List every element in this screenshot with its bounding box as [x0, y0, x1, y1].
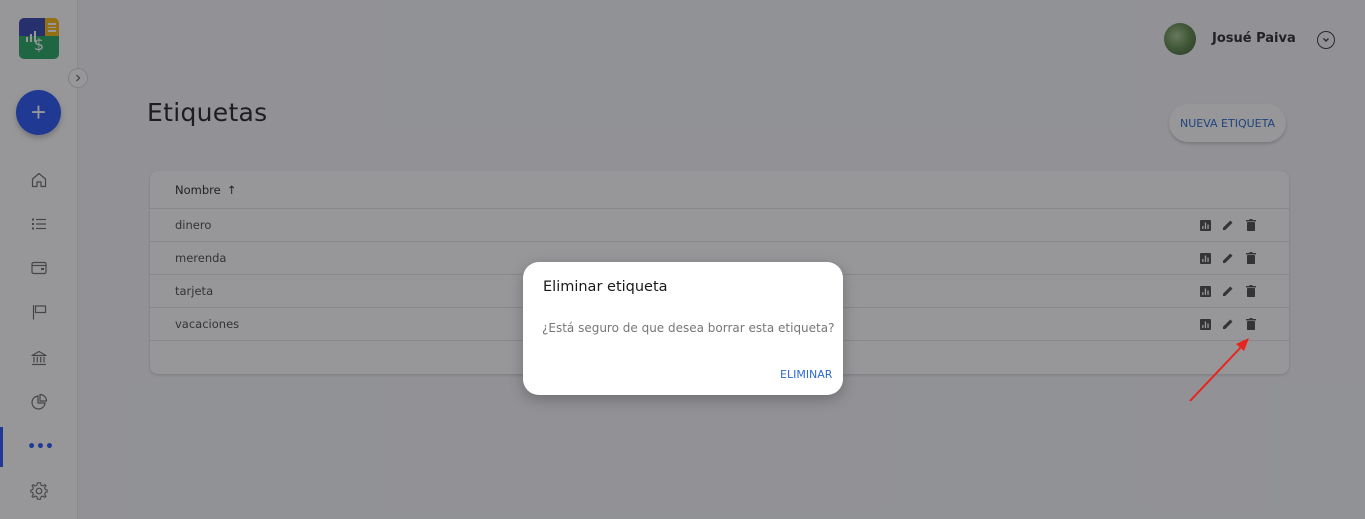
annotation-arrow — [1189, 338, 1249, 402]
